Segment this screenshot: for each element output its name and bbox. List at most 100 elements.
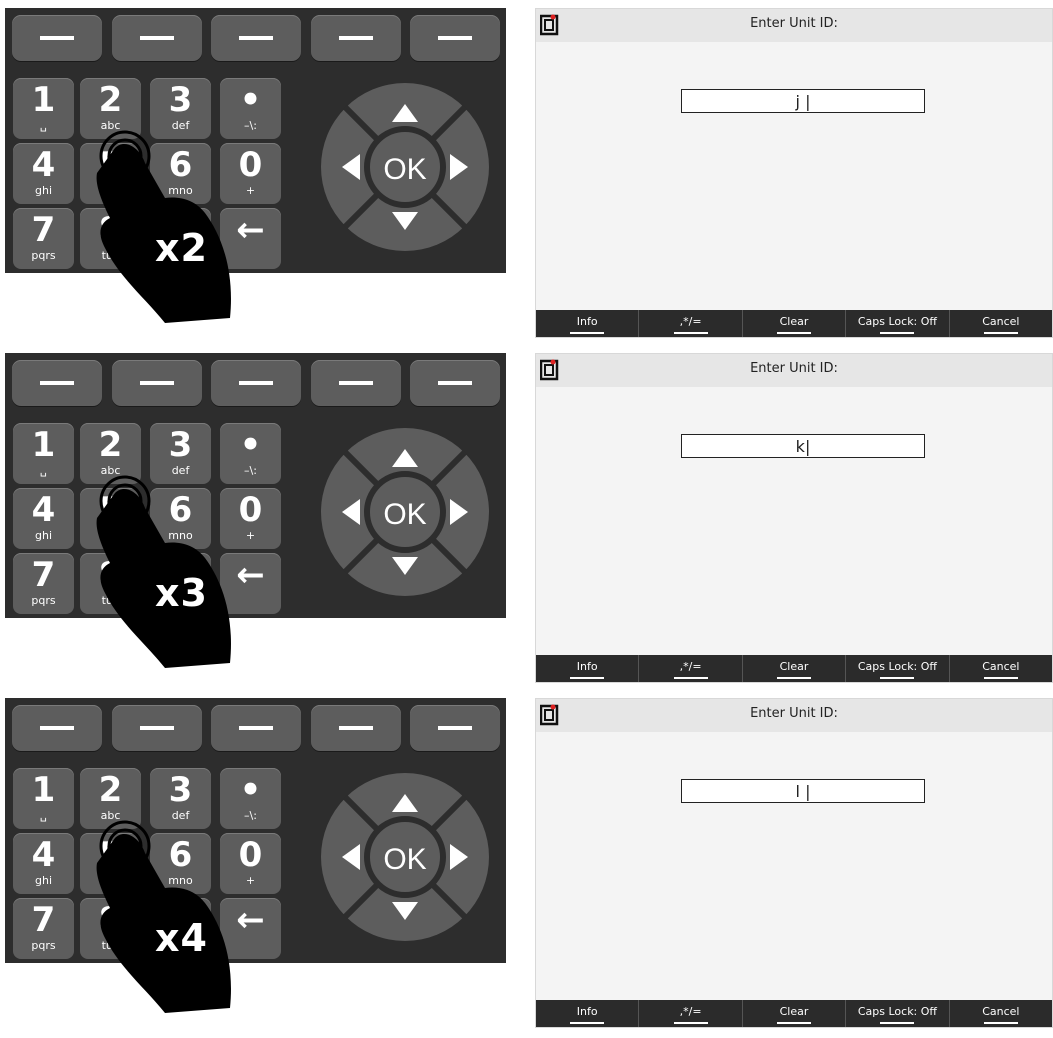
key-4-digit: 4 (31, 490, 56, 530)
softkey-4[interactable] (311, 705, 401, 751)
press-count-label: x4 (155, 916, 208, 960)
key-4[interactable]: 4 ghi (13, 143, 74, 204)
footer-softkeys: Info ,*/= Clear Caps Lock: Off Cancel (536, 310, 1052, 337)
key-1[interactable]: 1 ␣ (13, 78, 74, 139)
key-7-digit: 7 (31, 900, 56, 940)
key-3-digit: 3 (168, 770, 193, 810)
softkey-bar-icon (438, 726, 472, 730)
footer-caps-lock[interactable]: Caps Lock: Off (846, 1000, 950, 1027)
key-punct-symbol: • (239, 425, 262, 465)
key-1-letters: ␣ (40, 809, 47, 822)
footer-info[interactable]: Info (536, 310, 640, 337)
unit-id-value: j | (795, 92, 811, 111)
key-4-letters: ghi (34, 874, 52, 887)
key-2-digit: 2 (98, 80, 123, 120)
key-7[interactable]: 7 pqrs (13, 208, 74, 269)
footer-clear[interactable]: Clear (743, 1000, 847, 1027)
footer-cancel[interactable]: Cancel (950, 1000, 1052, 1027)
key-7-digit: 7 (31, 210, 56, 250)
key-1-digit: 1 (31, 80, 56, 120)
softkey-bar-icon (40, 726, 74, 730)
footer-caps-lock[interactable]: Caps Lock: Off (846, 310, 950, 337)
footer-cancel[interactable]: Cancel (950, 655, 1052, 682)
footer-info[interactable]: Info (536, 1000, 640, 1027)
softkey-bar-icon (140, 36, 174, 40)
footer-caps-lock[interactable]: Caps Lock: Off (846, 655, 950, 682)
key-1[interactable]: 1 ␣ (13, 768, 74, 829)
softkey-3[interactable] (211, 15, 301, 61)
footer-cancel[interactable]: Cancel (950, 310, 1052, 337)
key-1-digit: 1 (31, 770, 56, 810)
key-punct-symbol: • (239, 770, 262, 810)
ok-label: OK (383, 843, 426, 876)
dpad[interactable]: OK (320, 427, 490, 597)
key-3-digit: 3 (168, 80, 193, 120)
footer-clear[interactable]: Clear (743, 655, 847, 682)
unit-id-input[interactable]: k| (681, 434, 925, 458)
ok-label: OK (383, 498, 426, 531)
softkey-2[interactable] (112, 705, 202, 751)
key-punct-symbol: • (239, 80, 262, 120)
key-7[interactable]: 7 pqrs (13, 898, 74, 959)
key-4[interactable]: 4 ghi (13, 833, 74, 894)
key-7-letters: pqrs (31, 939, 56, 952)
dpad[interactable]: OK (320, 772, 490, 942)
unit-id-value: l | (795, 782, 811, 801)
title-bar: Enter Unit ID: (536, 354, 1052, 387)
softkey-bar-icon (239, 36, 273, 40)
key-2-digit: 2 (98, 770, 123, 810)
softkey-4[interactable] (311, 15, 401, 61)
softkey-bar-icon (239, 381, 273, 385)
footer-symbols[interactable]: ,*/= (639, 1000, 743, 1027)
dpad[interactable]: OK (320, 82, 490, 252)
key-7-letters: pqrs (31, 594, 56, 607)
key-4-letters: ghi (34, 529, 52, 542)
unit-id-input[interactable]: l | (681, 779, 925, 803)
softkey-5[interactable] (410, 705, 500, 751)
softkey-bar-icon (339, 381, 373, 385)
key-4[interactable]: 4 ghi (13, 488, 74, 549)
softkey-bar-icon (239, 726, 273, 730)
softkey-3[interactable] (211, 705, 301, 751)
softkey-bar-icon (140, 726, 174, 730)
step-1: 1␣ 2abc 3def •–\: 4ghi 5jkl 6mno 0+ 7pqr… (0, 8, 1053, 348)
key-7-letters: pqrs (31, 249, 56, 262)
softkey-1[interactable] (12, 705, 102, 751)
unit-id-value: k| (795, 437, 811, 456)
footer-info[interactable]: Info (536, 655, 640, 682)
softkey-4[interactable] (311, 360, 401, 406)
softkey-bar-icon (438, 36, 472, 40)
key-1[interactable]: 1 ␣ (13, 423, 74, 484)
softkey-1[interactable] (12, 360, 102, 406)
key-4-letters: ghi (34, 184, 52, 197)
footer-symbols[interactable]: ,*/= (639, 310, 743, 337)
key-3-digit: 3 (168, 425, 193, 465)
softkey-5[interactable] (410, 360, 500, 406)
softkey-bar-icon (40, 36, 74, 40)
footer-softkeys: Info ,*/= Clear Caps Lock: Off Cancel (536, 655, 1052, 682)
softkey-5[interactable] (410, 15, 500, 61)
key-4-digit: 4 (31, 145, 56, 185)
key-4-digit: 4 (31, 835, 56, 875)
softkey-3[interactable] (211, 360, 301, 406)
step-2: 1␣ 2abc 3def •–\: 4ghi 5jkl 6mno 0+ 7pqr… (0, 353, 1053, 693)
footer-clear[interactable]: Clear (743, 310, 847, 337)
keypad: 1␣ 2abc 3def •–\: 4ghi 5jkl 6mno 0+ 7pqr… (5, 353, 506, 668)
device-screen: Enter Unit ID: l | Info ,*/= Clear Caps … (535, 698, 1053, 1028)
key-7[interactable]: 7 pqrs (13, 553, 74, 614)
softkey-1[interactable] (12, 15, 102, 61)
footer-softkeys: Info ,*/= Clear Caps Lock: Off Cancel (536, 1000, 1052, 1027)
softkey-bar-icon (140, 381, 174, 385)
key-1-digit: 1 (31, 425, 56, 465)
key-1-letters: ␣ (40, 464, 47, 477)
footer-symbols[interactable]: ,*/= (639, 655, 743, 682)
title-bar: Enter Unit ID: (536, 699, 1052, 732)
softkey-2[interactable] (112, 15, 202, 61)
softkey-2[interactable] (112, 360, 202, 406)
key-2-digit: 2 (98, 425, 123, 465)
unit-id-input[interactable]: j | (681, 89, 925, 113)
title-bar: Enter Unit ID: (536, 9, 1052, 42)
screen-title: Enter Unit ID: (750, 361, 838, 376)
key-7-digit: 7 (31, 555, 56, 595)
ok-label: OK (383, 153, 426, 186)
